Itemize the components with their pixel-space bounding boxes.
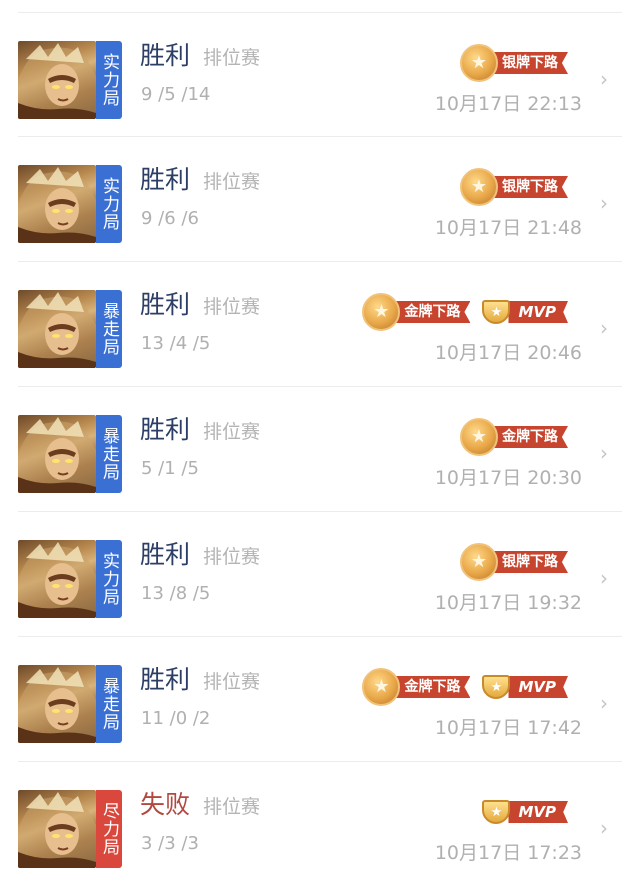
mvp-badge: ★ MVP <box>478 666 568 708</box>
badge-group: ★ 银牌下路 <box>460 541 568 583</box>
medal-label: 银牌下路 <box>492 551 568 573</box>
chevron-right-icon[interactable]: › <box>600 193 614 213</box>
match-row[interactable]: 暴走局 胜利 排位赛 11 /0 /2 ★ 金牌下路 ★ MVP 10月17日 17:42 › <box>0 636 640 760</box>
chevron-right-icon[interactable]: › <box>600 693 614 713</box>
star-medal-icon: ★ <box>460 168 498 206</box>
medal-label: 金牌下路 <box>394 676 471 698</box>
chevron-right-icon[interactable]: › <box>600 443 614 463</box>
star-medal-icon: ★ <box>460 44 498 82</box>
star-medal-icon: ★ <box>460 543 498 581</box>
match-type: 排位赛 <box>203 296 261 318</box>
match-row[interactable]: 暴走局 胜利 排位赛 13 /4 /5 ★ 金牌下路 ★ MVP 10月17日 20:46 › <box>0 261 640 385</box>
mvp-badge: ★ MVP <box>478 291 568 333</box>
match-row[interactable]: 实力局 胜利 排位赛 9 /5 /14 ★ 银牌下路 10月17日 22:13 › <box>0 12 640 136</box>
position-medal-badge: ★ 银牌下路 <box>460 166 568 208</box>
kda-stats: 13 /4 /5 <box>141 333 211 354</box>
mode-tag: 暴走局 <box>96 290 122 368</box>
match-row[interactable]: 尽力局 失败 排位赛 3 /3 /3 ★ MVP 10月17日 17:23 › <box>0 761 640 885</box>
match-row[interactable]: 实力局 胜利 排位赛 13 /8 /5 ★ 银牌下路 10月17日 19:32 › <box>0 511 640 635</box>
position-medal-badge: ★ 银牌下路 <box>460 541 568 583</box>
star-medal-icon: ★ <box>362 293 401 331</box>
match-time: 10月17日 19:32 <box>434 592 582 614</box>
mode-tag: 实力局 <box>96 540 122 618</box>
match-time: 10月17日 21:48 <box>434 217 582 239</box>
medal-label: 金牌下路 <box>492 426 568 448</box>
mvp-label: MVP <box>508 301 568 323</box>
match-time: 10月17日 22:13 <box>434 93 582 115</box>
hero-avatar <box>18 290 96 368</box>
hero-avatar <box>18 790 96 868</box>
kda-stats: 9 /6 /6 <box>141 208 199 229</box>
match-result: 胜利 <box>140 41 191 70</box>
badge-group: ★ 金牌下路 ★ MVP <box>362 666 568 708</box>
position-medal-badge: ★ 金牌下路 <box>362 666 471 708</box>
match-result: 胜利 <box>140 165 191 194</box>
match-type: 排位赛 <box>203 546 261 568</box>
match-type: 排位赛 <box>203 421 261 443</box>
match-row[interactable]: 实力局 胜利 排位赛 9 /6 /6 ★ 银牌下路 10月17日 21:48 › <box>0 136 640 260</box>
badge-group: ★ MVP <box>478 791 568 833</box>
position-medal-badge: ★ 金牌下路 <box>362 291 471 333</box>
trophy-icon: ★ <box>478 793 514 831</box>
chevron-right-icon[interactable]: › <box>600 568 614 588</box>
mode-tag: 尽力局 <box>96 790 122 868</box>
medal-label: 银牌下路 <box>492 176 568 198</box>
badge-group: ★ 银牌下路 <box>460 166 568 208</box>
match-history-list: 实力局 胜利 排位赛 9 /5 /14 ★ 银牌下路 10月17日 22:13 › 实力局 胜利排… <box>0 0 640 882</box>
medal-label: 银牌下路 <box>492 52 568 74</box>
match-result: 胜利 <box>140 665 191 694</box>
mvp-label: MVP <box>508 676 568 698</box>
star-medal-icon: ★ <box>460 418 498 456</box>
badge-group: ★ 金牌下路 <box>460 416 568 458</box>
chevron-right-icon[interactable]: › <box>600 318 614 338</box>
mode-tag: 实力局 <box>96 41 122 119</box>
mvp-badge: ★ MVP <box>478 791 568 833</box>
match-row[interactable]: 暴走局 胜利 排位赛 5 /1 /5 ★ 金牌下路 10月17日 20:30 › <box>0 386 640 510</box>
match-type: 排位赛 <box>203 171 261 193</box>
match-result: 失败 <box>140 790 191 819</box>
kda-stats: 5 /1 /5 <box>141 458 199 479</box>
chevron-right-icon[interactable]: › <box>600 818 614 838</box>
hero-avatar <box>18 415 96 493</box>
kda-stats: 13 /8 /5 <box>141 583 211 604</box>
kda-stats: 3 /3 /3 <box>141 833 199 854</box>
match-result: 胜利 <box>140 415 191 444</box>
mode-tag: 实力局 <box>96 165 122 243</box>
trophy-icon: ★ <box>478 293 514 331</box>
medal-label: 金牌下路 <box>394 301 471 323</box>
mode-tag: 暴走局 <box>96 665 122 743</box>
badge-group: ★ 金牌下路 ★ MVP <box>362 291 568 333</box>
match-result: 胜利 <box>140 540 191 569</box>
match-time: 10月17日 20:30 <box>434 467 582 489</box>
hero-avatar <box>18 540 96 618</box>
kda-stats: 11 /0 /2 <box>141 708 211 729</box>
trophy-icon: ★ <box>478 668 514 706</box>
hero-avatar <box>18 165 96 243</box>
chevron-right-icon[interactable]: › <box>600 69 614 89</box>
match-type: 排位赛 <box>203 47 261 69</box>
star-medal-icon: ★ <box>362 668 401 706</box>
position-medal-badge: ★ 金牌下路 <box>460 416 568 458</box>
hero-avatar <box>18 41 96 119</box>
match-type: 排位赛 <box>203 796 261 818</box>
position-medal-badge: ★ 银牌下路 <box>460 42 568 84</box>
match-result: 胜利 <box>140 290 191 319</box>
match-time: 10月17日 17:42 <box>434 717 582 739</box>
mode-tag: 暴走局 <box>96 415 122 493</box>
match-time: 10月17日 17:23 <box>434 842 582 864</box>
mvp-label: MVP <box>508 801 568 823</box>
match-time: 10月17日 20:46 <box>434 342 582 364</box>
match-type: 排位赛 <box>203 671 261 693</box>
kda-stats: 9 /5 /14 <box>141 84 211 105</box>
hero-avatar <box>18 665 96 743</box>
badge-group: ★ 银牌下路 <box>460 42 568 84</box>
